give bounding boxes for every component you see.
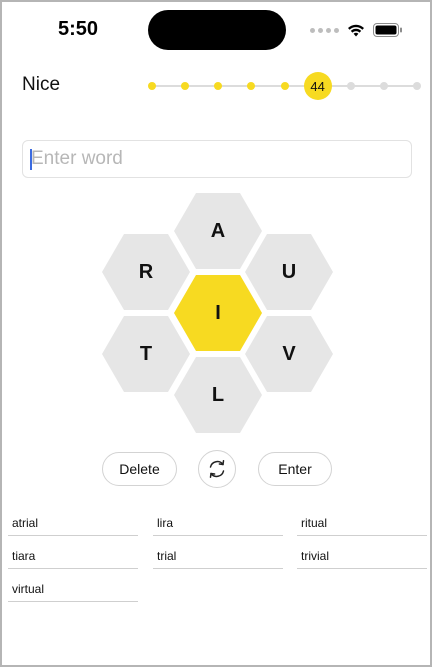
text-cursor — [30, 149, 32, 170]
hive-letter-top[interactable]: A — [174, 193, 262, 269]
status-icons — [310, 20, 403, 40]
found-word: tiara — [8, 547, 138, 569]
rank-dot-reached — [214, 82, 223, 90]
rank-dot-reached — [247, 82, 256, 90]
hive-letter-lower-right[interactable]: V — [245, 316, 333, 392]
rank-progress[interactable]: 44 — [148, 72, 421, 100]
delete-button[interactable]: Delete — [102, 452, 177, 486]
wifi-icon — [348, 24, 364, 37]
refresh-icon — [209, 460, 225, 478]
rank-dot-reached — [280, 82, 289, 90]
hive-letter-upper-left[interactable]: R — [102, 234, 190, 310]
battery-icon — [373, 23, 402, 37]
shuffle-button[interactable] — [198, 450, 236, 488]
rank-dot-reached — [148, 82, 156, 90]
rank-dot-upcoming — [379, 82, 388, 90]
rank-label[interactable]: Nice — [22, 74, 60, 96]
rank-dot-upcoming — [346, 82, 355, 90]
hive-letter-bottom[interactable]: L — [174, 357, 262, 433]
rank-dot-reached — [181, 82, 190, 90]
enter-button[interactable]: Enter — [258, 452, 332, 486]
dynamic-island — [148, 10, 286, 50]
hive-letter-upper-right[interactable]: U — [245, 234, 333, 310]
score-badge: 44 — [303, 72, 332, 100]
hive-center-letter[interactable]: I — [174, 275, 262, 351]
app-screen: 5:50 Nice 44 A R U I T V L Delete — [0, 0, 432, 667]
found-word: ritual — [297, 514, 427, 536]
word-input[interactable] — [22, 140, 412, 178]
status-time: 5:50 — [58, 18, 99, 40]
hive-letter-lower-left[interactable]: T — [102, 316, 190, 392]
found-word: atrial — [8, 514, 138, 536]
found-word: lira — [153, 514, 283, 536]
rank-dot-upcoming — [413, 82, 421, 90]
cellular-signal-icon — [310, 27, 339, 33]
found-word: virtual — [8, 580, 138, 602]
found-word: trial — [153, 547, 283, 569]
found-word: trivial — [297, 547, 427, 569]
